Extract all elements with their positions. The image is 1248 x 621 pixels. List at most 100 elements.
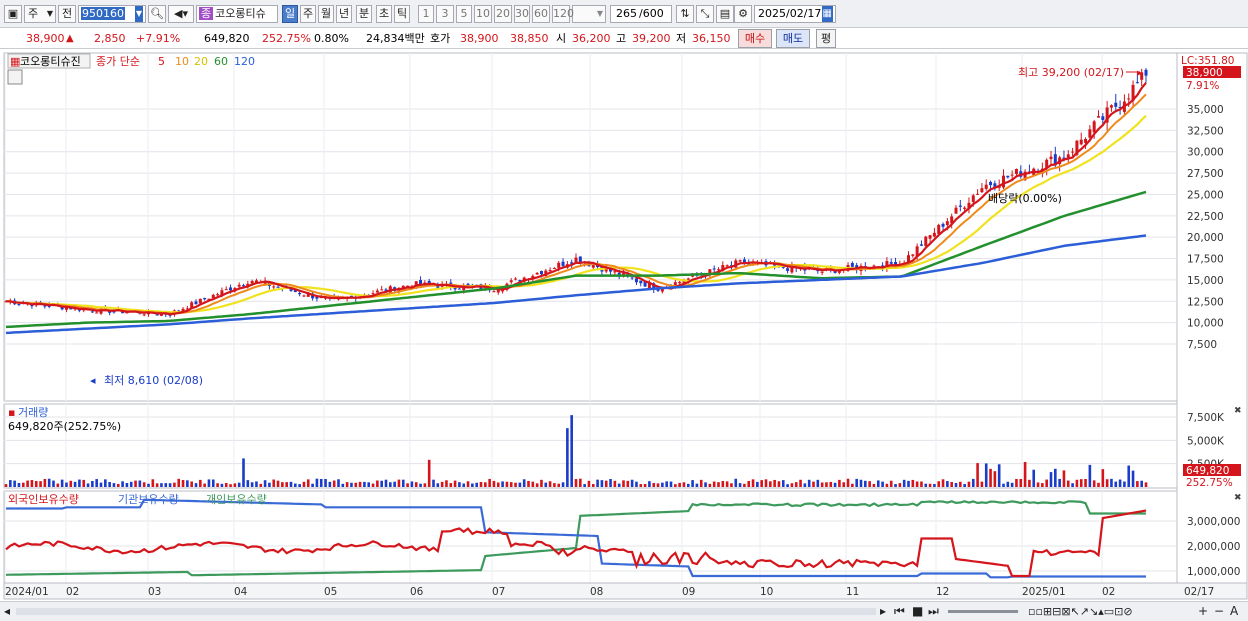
candle-body — [216, 294, 220, 296]
x-axis-label: 11 — [846, 586, 859, 598]
volume-bar — [466, 481, 470, 487]
turnover-rate: 0.80% — [314, 32, 349, 45]
first-page-icon[interactable]: ⏮ — [894, 604, 905, 619]
draw-tool-icon[interactable]: ⤡ — [696, 5, 714, 23]
volume-bar — [129, 481, 133, 487]
volume-bar — [881, 481, 884, 487]
volume-bar — [764, 479, 768, 487]
volume-bar — [1015, 478, 1018, 487]
search-icon[interactable]: 🔍︎ — [148, 5, 166, 23]
volume-bar — [717, 482, 720, 487]
sell-button[interactable]: 매도 — [776, 29, 810, 48]
volume-bar — [1010, 482, 1014, 487]
ma-10-label[interactable]: 10 — [175, 55, 189, 68]
close-icon[interactable]: ✖ — [1234, 493, 1242, 503]
volume-bar — [527, 480, 530, 487]
volume-bar — [1041, 483, 1044, 487]
gear-icon[interactable]: ⚙ — [734, 5, 752, 23]
candle-body — [1049, 156, 1053, 160]
candle-body — [1144, 69, 1148, 76]
volume-bar — [276, 480, 280, 487]
mode-button[interactable]: 전 — [58, 5, 76, 23]
interval-button[interactable]: 5 — [456, 5, 472, 23]
period-button[interactable]: 분 — [356, 5, 372, 23]
zoom-slider[interactable] — [948, 610, 1018, 613]
volume-bar — [833, 482, 837, 487]
save-icon[interactable]: ▤ — [716, 5, 734, 23]
ma-5-label[interactable]: 5 — [158, 55, 165, 68]
interval-button[interactable]: 30 — [514, 5, 530, 23]
scroll-left-icon[interactable]: ◂ — [4, 604, 10, 619]
period-button[interactable]: 주 — [300, 5, 316, 23]
high-price: 39,200 — [632, 32, 671, 45]
type-select[interactable]: 주 ▼ — [24, 5, 56, 23]
volume-bar — [812, 481, 815, 487]
volume-bar — [116, 484, 120, 487]
volume-bar — [535, 483, 539, 487]
compare-icon[interactable]: ⇅ — [676, 5, 694, 23]
volume-bar — [574, 479, 578, 487]
last-page-icon[interactable]: ⏭ — [928, 604, 939, 619]
date-input[interactable]: 2025/02/17 ▦ — [754, 5, 836, 23]
bar-count-input[interactable]: 265/600 — [610, 5, 672, 23]
volume-bar — [285, 482, 288, 487]
volume-bar — [112, 483, 116, 487]
period-button[interactable]: 틱 — [394, 5, 410, 23]
ma-20-label[interactable]: 20 — [194, 55, 208, 68]
scroll-bar[interactable]: ◂ ▸ ⏮ ■ ⏭ ▫▫⊞⊟⊠↖↗↘▴▭⊡⊘ + − A — [0, 601, 1248, 621]
ma-label[interactable]: 종가 단순 — [96, 55, 140, 68]
period-button[interactable]: 월 — [318, 5, 334, 23]
volume-bar — [298, 484, 301, 487]
individual-legend[interactable]: 개인보유수량 — [206, 493, 267, 506]
ma-60-label[interactable]: 60 — [214, 55, 228, 68]
interval-button[interactable]: 1 — [418, 5, 434, 23]
scroll-track[interactable] — [16, 608, 876, 615]
interval-button[interactable]: 60 — [532, 5, 550, 23]
volume-bar — [173, 482, 176, 487]
candle-body — [976, 193, 980, 195]
volume-bar — [1023, 461, 1027, 487]
foreign-legend[interactable]: 외국인보유수량 — [8, 493, 79, 506]
holdings-tick-label: 1,000,000 — [1187, 566, 1240, 578]
price-panel-title[interactable]: 코오롱티슈진 — [20, 55, 81, 68]
volume-bar — [211, 479, 215, 487]
tools-icon[interactable]: ▫▫⊞⊟⊠↖↗↘▴▭⊡⊘ — [1028, 604, 1133, 619]
period-button[interactable]: 초 — [376, 5, 392, 23]
stock-chart[interactable]: ▦ 코오롱티슈진 종가 단순 5 10 20 60 120 ▪ 거래량 649,… — [0, 50, 1248, 602]
average-button[interactable]: 평 — [816, 29, 836, 48]
speaker-icon[interactable]: ◀▾ — [168, 5, 194, 23]
x-axis-label: 02 — [66, 586, 79, 598]
zoom-in-icon[interactable]: + — [1198, 604, 1208, 619]
stock-name-field[interactable]: 종 코오롱티슈 — [196, 5, 278, 23]
candle-body — [911, 254, 915, 256]
volume-bar — [69, 480, 73, 487]
reset-zoom-icon[interactable]: A — [1230, 604, 1238, 619]
low-note: 최저 8,610 (02/08) — [104, 374, 203, 387]
institution-legend[interactable]: 기관보유수량 — [118, 493, 179, 506]
close-icon[interactable]: ✖ — [1234, 406, 1242, 416]
stock-code-input[interactable]: 950160 ▼ — [78, 5, 146, 23]
chart-menu-icon[interactable]: ▣ — [4, 5, 22, 23]
interval-button[interactable]: 10 — [474, 5, 492, 23]
volume-bar — [864, 480, 867, 487]
stop-icon[interactable]: ■ — [912, 604, 923, 619]
volume-value-label: 649,820주(252.75%) — [8, 420, 121, 433]
ma-120-label[interactable]: 120 — [234, 55, 255, 68]
panel-toggle-icon[interactable] — [7, 69, 23, 85]
candle-body — [1135, 82, 1139, 84]
interval-button[interactable]: 20 — [494, 5, 512, 23]
interval-button[interactable]: 120 — [552, 5, 574, 23]
volume-bar — [859, 479, 863, 487]
volume-bar — [842, 482, 846, 487]
buy-button[interactable]: 매수 — [738, 29, 772, 48]
volume-panel-title[interactable]: 거래량 — [18, 406, 48, 419]
zoom-out-icon[interactable]: − — [1214, 604, 1224, 619]
interval-button[interactable]: 3 — [436, 5, 454, 23]
period-button[interactable]: 일 — [282, 5, 298, 23]
volume-ratio-label: 252.75% — [1186, 477, 1233, 489]
period-button[interactable]: 년 — [336, 5, 352, 23]
bar-count-total: /600 — [639, 7, 664, 20]
scroll-right-icon[interactable]: ▸ — [880, 604, 886, 619]
volume-bar — [104, 479, 107, 487]
interval-custom-select[interactable]: ▼ — [572, 5, 606, 23]
